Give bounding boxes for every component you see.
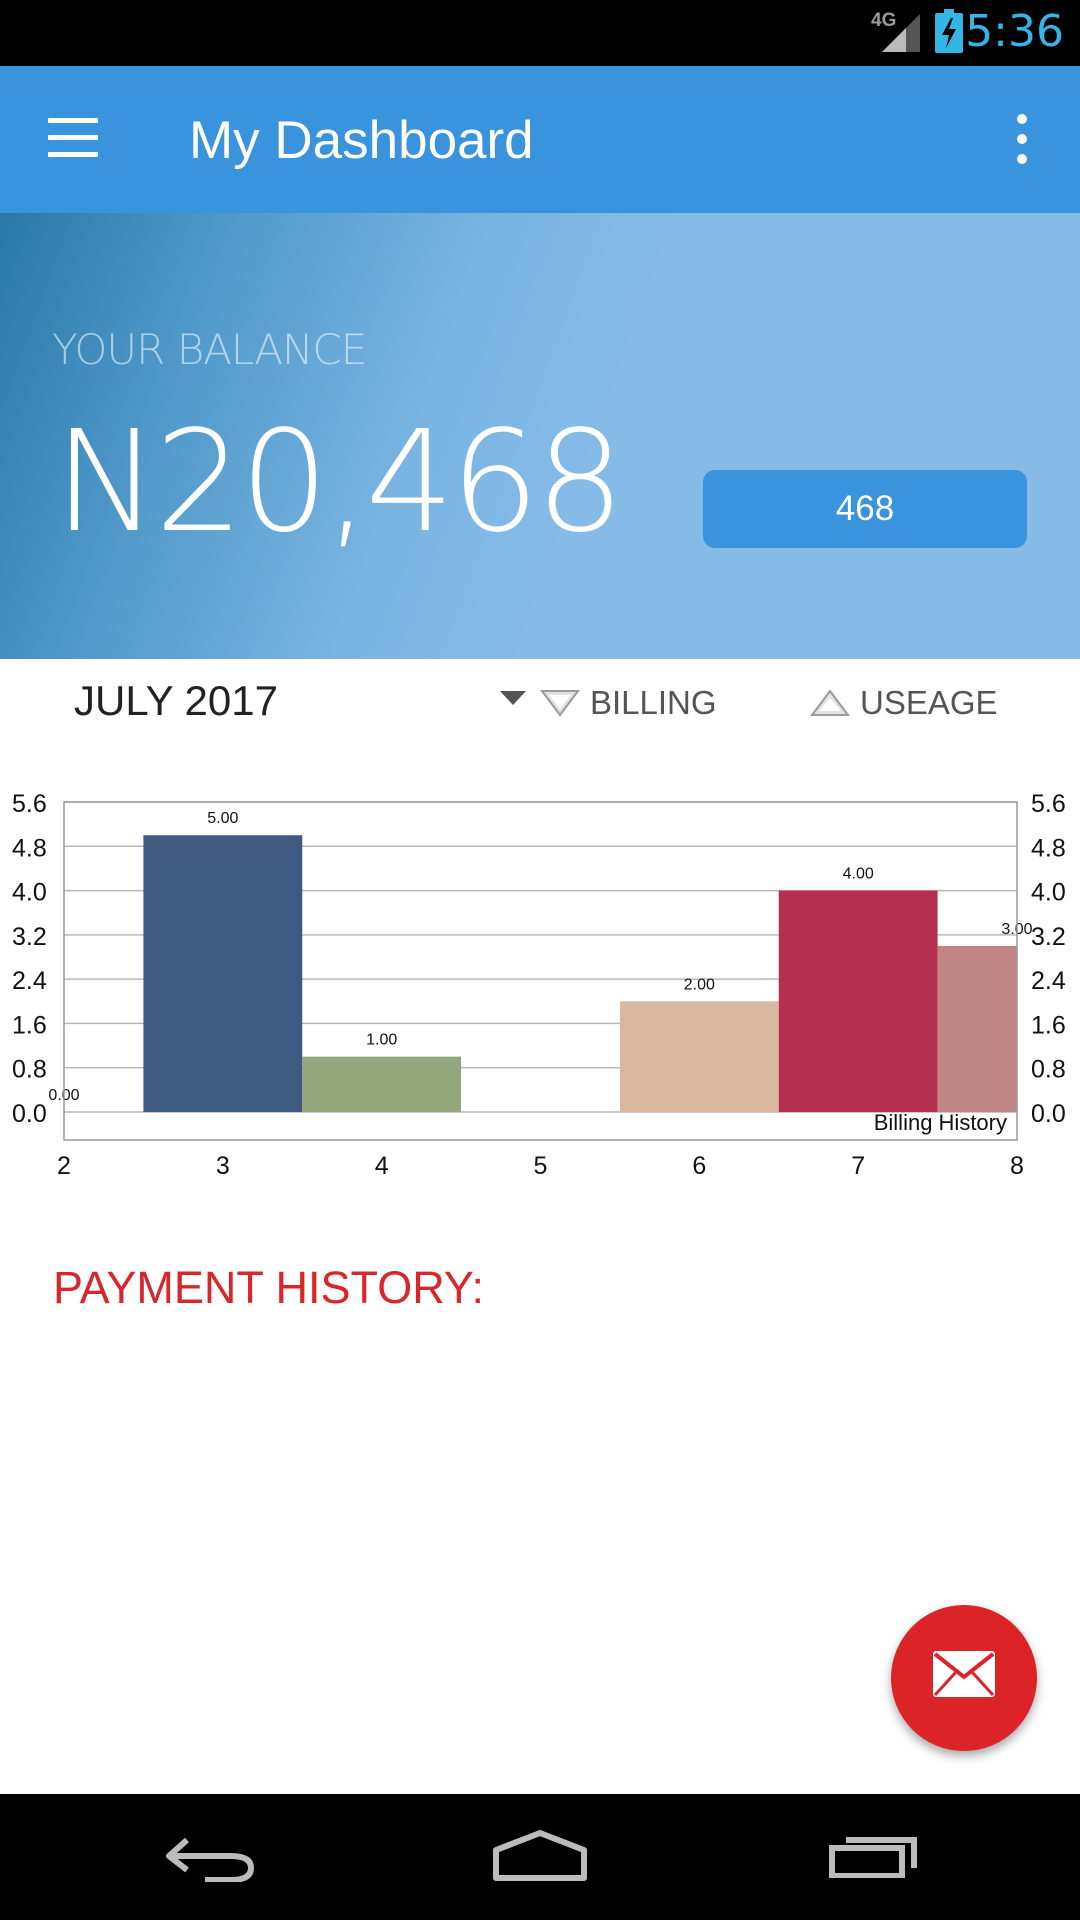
chart-bar xyxy=(143,835,303,1112)
status-bar: 4G 5:36 xyxy=(0,0,1080,66)
balance-button[interactable]: 468 xyxy=(703,470,1027,548)
y-tick-label-right: 5.6 xyxy=(1031,790,1066,818)
chart-legend: Billing History xyxy=(874,1110,1007,1135)
page-title: My Dashboard xyxy=(189,111,534,170)
chart-bar xyxy=(619,1001,779,1112)
billing-tab[interactable]: BILLING xyxy=(500,678,717,728)
billing-chart: 0.005.001.002.004.003.00 5.6 5.64.8 4.84.0… xyxy=(12,790,1066,1180)
home-icon[interactable] xyxy=(492,1830,588,1882)
chart-data-label: 2.00 xyxy=(684,976,715,993)
down-triangle-icon xyxy=(540,690,580,717)
up-triangle-icon xyxy=(810,689,850,716)
balance-panel: YOUR BALANCE N20,468 468 xyxy=(0,213,1080,659)
y-tick-label-left: 0.0 xyxy=(12,1100,47,1128)
usage-tab[interactable]: USEAGE xyxy=(810,678,998,728)
recent-apps-icon[interactable] xyxy=(828,1830,920,1878)
y-tick-label-right: 0.0 xyxy=(1031,1100,1066,1128)
y-tick-label-left: 0.8 xyxy=(12,1056,47,1084)
y-tick-label-left: 3.2 xyxy=(12,923,47,951)
status-time: 5:36 xyxy=(965,6,1064,57)
navigation-bar xyxy=(0,1794,1080,1920)
y-tick-label-right: 4.8 xyxy=(1031,834,1066,862)
chart-data-label: 5.00 xyxy=(207,810,238,827)
x-tick-label: 3 xyxy=(216,1152,230,1180)
y-tick-label-right: 2.4 xyxy=(1031,967,1066,995)
x-tick-label: 8 xyxy=(1010,1152,1024,1180)
chart-bar xyxy=(937,945,1017,1112)
y-tick-label-left: 4.8 xyxy=(12,834,47,862)
balance-value: N20,468 xyxy=(54,401,625,564)
y-tick-label-right: 0.8 xyxy=(1031,1056,1066,1084)
billing-label: BILLING xyxy=(590,684,717,721)
payment-history-title: PAYMENT HISTORY: xyxy=(53,1262,484,1313)
compose-mail-button[interactable] xyxy=(891,1605,1037,1751)
y-tick-label-right: 4.0 xyxy=(1031,879,1066,907)
chart-bar xyxy=(778,890,938,1112)
x-tick-label: 6 xyxy=(692,1152,706,1180)
x-tick-label: 4 xyxy=(375,1152,389,1180)
app-bar: My Dashboard xyxy=(0,66,1080,213)
signal-icon xyxy=(882,14,920,52)
y-tick-label-left: 4.0 xyxy=(12,879,47,907)
month-label: JULY 2017 xyxy=(74,677,278,724)
balance-label: YOUR BALANCE xyxy=(52,325,367,374)
menu-icon[interactable] xyxy=(48,118,98,158)
y-tick-label-right: 3.2 xyxy=(1031,923,1066,951)
y-tick-label-left: 1.6 xyxy=(12,1011,47,1039)
y-tick-label-left: 5.6 xyxy=(12,790,47,818)
chart-data-label: 1.00 xyxy=(366,1032,397,1049)
y-tick-label-left: 2.4 xyxy=(12,967,47,995)
chart-data-label: 4.00 xyxy=(843,866,874,883)
x-tick-label: 7 xyxy=(851,1152,865,1180)
usage-label: USEAGE xyxy=(860,684,998,721)
x-tick-label: 5 xyxy=(534,1152,548,1180)
back-icon[interactable] xyxy=(165,1830,255,1882)
x-tick-label: 2 xyxy=(57,1152,71,1180)
mail-icon xyxy=(933,1651,995,1697)
dropdown-caret-icon xyxy=(500,691,526,705)
battery-charging-icon xyxy=(935,9,963,53)
overflow-menu-icon[interactable] xyxy=(1012,114,1032,164)
y-tick-label-right: 1.6 xyxy=(1031,1011,1066,1039)
chart-bar xyxy=(302,1056,462,1112)
